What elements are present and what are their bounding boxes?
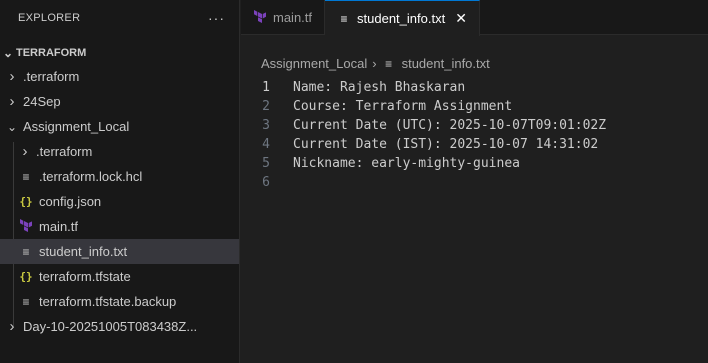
workspace-root-label: TERRAFORM [16,47,87,59]
chevron-right-icon: › [9,93,15,110]
line-number: 5 [262,156,270,171]
tree-item[interactable]: › .terraform [0,139,239,164]
tab-student-info-txt[interactable]: ≡ student_info.txt ✕ [325,0,480,36]
breadcrumb-file[interactable]: student_info.txt [402,56,490,71]
tree-item[interactable]: ≡ terraform.tfstate.backup [0,289,239,314]
tree-item[interactable]: {} config.json [0,189,239,214]
text-file-icon: ≡ [22,294,30,309]
json-file-icon: {} [19,270,33,283]
tree-item[interactable]: main.tf [0,214,239,239]
breadcrumb: Assignment_Local › ≡ student_info.txt [261,56,490,71]
code-line[interactable]: 1 Name: Rajesh Bhaskaran [241,78,708,97]
json-file-icon: {} [19,195,33,208]
tree-item-label: Assignment_Local [23,119,130,134]
more-actions-icon[interactable]: ··· [208,10,225,26]
code-text: Nickname: early-mighty-guinea [293,156,520,171]
code-text: Current Date (UTC): 2025-10-07T09:01:02Z [293,118,607,133]
file-tree: ⌄ TERRAFORM › .terraform › 24Sep ⌄ Assignment… [0,46,239,339]
tree-item[interactable]: ≡ .terraform.lock.hcl [0,164,239,189]
text-file-icon: ≡ [340,11,348,26]
text-file-icon: ≡ [385,56,393,71]
close-icon[interactable]: ✕ [455,10,467,27]
text-file-icon: ≡ [22,169,30,184]
tree-item-label: config.json [39,194,102,209]
chevron-right-icon: › [9,68,15,85]
tree-item-label: main.tf [39,219,79,234]
tree-item-label: student_info.txt [39,244,128,259]
chevron-down-icon: ⌄ [6,119,18,134]
tree-item-label: 24Sep [23,94,61,109]
workspace-root[interactable]: ⌄ TERRAFORM [0,42,239,64]
chevron-right-icon: › [22,143,28,160]
line-number: 1 [262,80,270,95]
line-number: 3 [262,118,270,133]
chevron-right-icon: › [9,318,15,335]
tree-item[interactable]: › Day-10-20251005T083438Z... [0,314,239,339]
tree-item-label: .terraform [23,69,80,84]
tree-item-label: .terraform [36,144,93,159]
code-text: Course: Terraform Assignment [293,99,513,114]
tree-item-label: terraform.tfstate.backup [39,294,177,309]
code-line[interactable]: 4 Current Date (IST): 2025-10-07 14:31:02 [241,135,708,154]
editor-tabs: main.tf ≡ student_info.txt ✕ [241,0,708,36]
tab-main-tf[interactable]: main.tf [241,0,326,35]
tree-item-label: .terraform.lock.hcl [39,169,143,184]
tree-item[interactable]: › .terraform [0,64,239,89]
tree-item-label: Day-10-20251005T083438Z... [23,319,198,334]
breadcrumb-separator: › [372,56,377,71]
tab-label: main.tf [273,10,313,25]
tree-item[interactable]: › 24Sep [0,89,239,114]
code-text: Name: Rajesh Bhaskaran [293,80,466,95]
breadcrumb-folder[interactable]: Assignment_Local [261,56,367,71]
line-number: 2 [262,99,270,114]
explorer-header: EXPLORER ··· [0,0,239,35]
code-line[interactable]: 5 Nickname: early-mighty-guinea [241,154,708,173]
line-number: 4 [262,137,270,152]
tab-label: student_info.txt [357,11,446,26]
tree-item[interactable]: ⌄ Assignment_Local [0,114,239,139]
chevron-down-icon: ⌄ [2,46,14,60]
code-line[interactable]: 6 [241,173,708,192]
code-line[interactable]: 3 Current Date (UTC): 2025-10-07T09:01:02… [241,116,708,135]
explorer-sidebar: EXPLORER ··· ⌄ TERRAFORM › .terraform › 24S… [0,0,240,363]
code-editor[interactable]: 1 Name: Rajesh Bhaskaran 2 Course: Terrafor… [241,78,708,192]
code-text: Current Date (IST): 2025-10-07 14:31:02 [293,137,599,152]
terraform-icon [253,9,267,26]
tree-item-label: terraform.tfstate [39,269,131,284]
explorer-title: EXPLORER [18,11,81,24]
tree-item[interactable]: {} terraform.tfstate [0,264,239,289]
tree-item[interactable]: ≡ student_info.txt [0,239,239,264]
code-line[interactable]: 2 Course: Terraform Assignment [241,97,708,116]
terraform-icon [19,218,33,235]
line-number: 6 [262,175,270,190]
text-file-icon: ≡ [22,244,30,259]
